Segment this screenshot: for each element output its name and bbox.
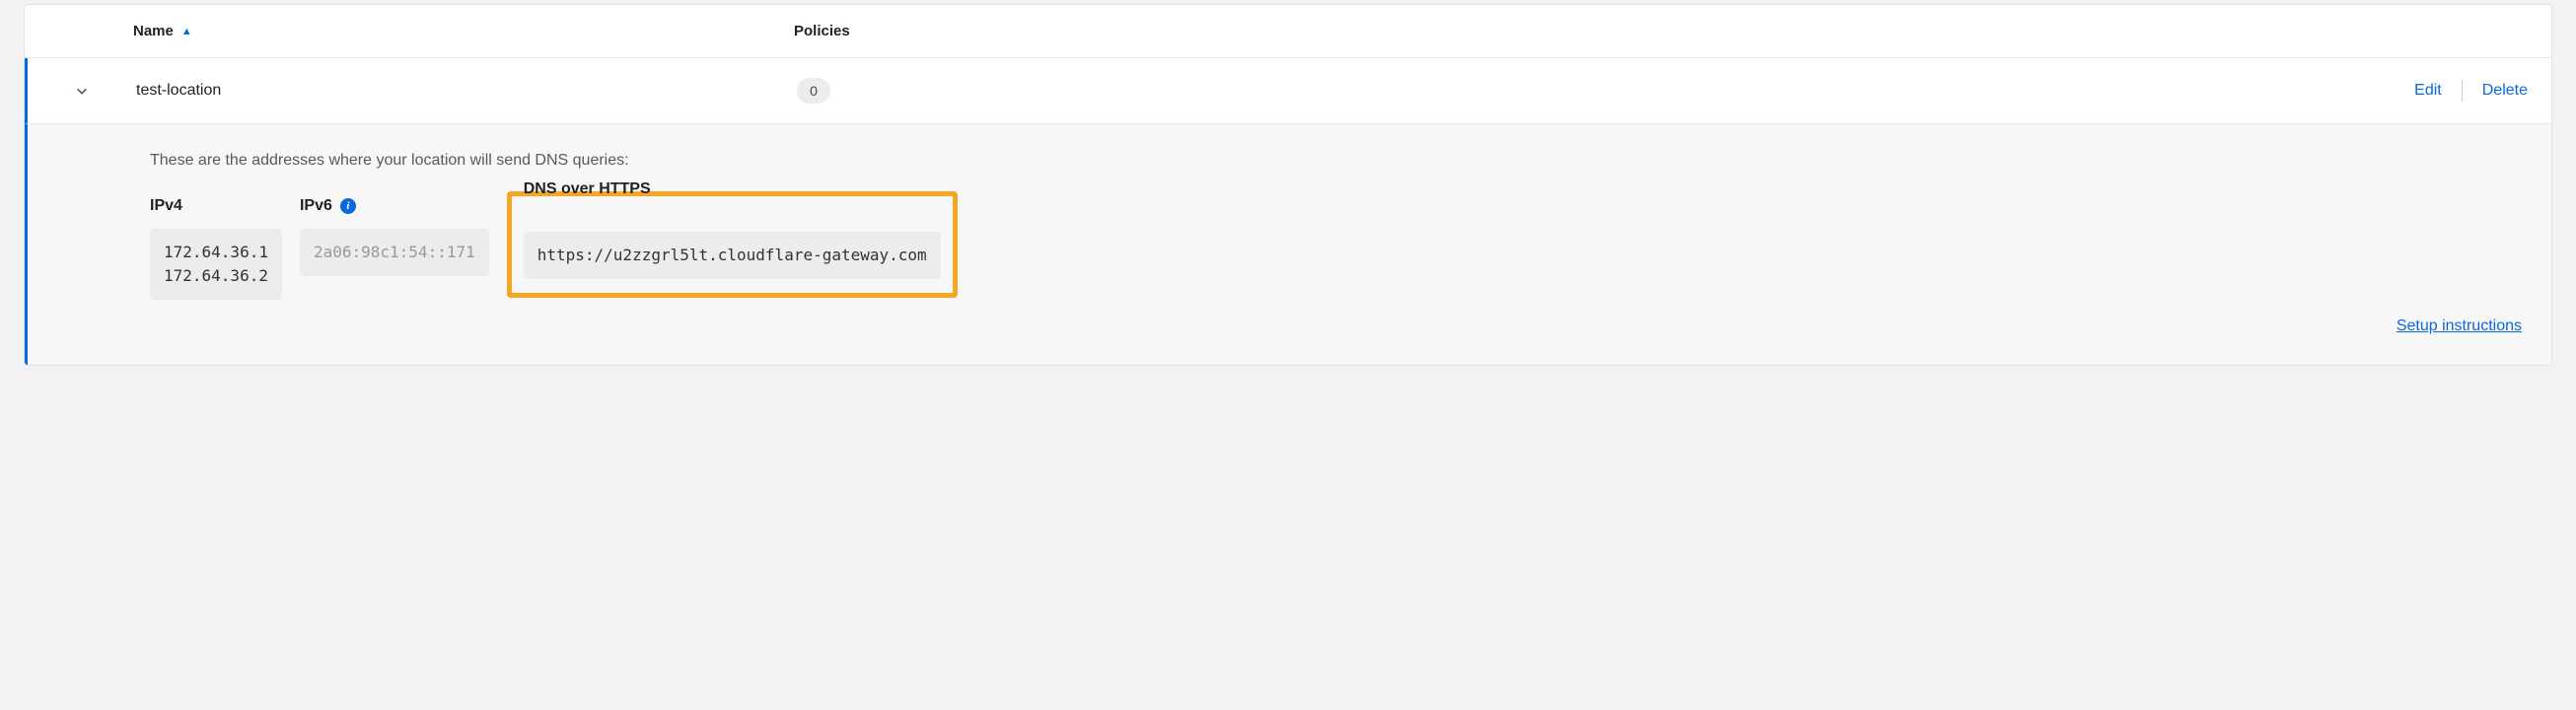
doh-block: DNS over HTTPS https://u2zzgrl5lt.cloudf…	[507, 191, 958, 298]
chevron-down-icon	[75, 84, 89, 98]
action-separator	[2462, 80, 2463, 102]
table-header: Name ▲ Policies	[25, 5, 2551, 58]
setup-instructions-link[interactable]: Setup instructions	[2397, 318, 2522, 334]
policies-count-badge: 0	[797, 78, 830, 104]
setup-instructions-container: Setup instructions	[150, 318, 2528, 335]
ipv4-value[interactable]: 172.64.36.1 172.64.36.2	[150, 229, 282, 300]
sort-asc-icon: ▲	[181, 26, 192, 37]
doh-value[interactable]: https://u2zzgrl5lt.cloudflare-gateway.co…	[524, 232, 941, 279]
edit-button[interactable]: Edit	[2414, 82, 2442, 100]
ipv6-value[interactable]: 2a06:98c1:54::171	[300, 229, 489, 276]
ipv4-label: IPv4	[150, 197, 282, 215]
location-actions: Edit Delete	[994, 80, 2528, 102]
column-header-policies[interactable]: Policies	[794, 23, 991, 39]
delete-button[interactable]: Delete	[2482, 82, 2528, 100]
location-name: test-location	[136, 82, 797, 100]
ipv4-block: IPv4 172.64.36.1 172.64.36.2	[150, 197, 282, 300]
ipv6-label-text: IPv6	[300, 197, 332, 215]
column-header-policies-label: Policies	[794, 23, 850, 39]
info-icon[interactable]: i	[340, 198, 356, 214]
details-intro-text: These are the addresses where your locat…	[150, 152, 2528, 170]
ipv6-label: IPv6 i	[300, 197, 489, 215]
address-row: IPv4 172.64.36.1 172.64.36.2 IPv6 i 2a06…	[150, 197, 2528, 300]
location-row: test-location 0 Edit Delete	[25, 58, 2551, 123]
doh-label: DNS over HTTPS	[524, 180, 941, 198]
expand-toggle[interactable]	[75, 84, 136, 98]
column-header-name[interactable]: Name ▲	[133, 23, 794, 39]
ipv6-block: IPv6 i 2a06:98c1:54::171	[300, 197, 489, 276]
location-details: These are the addresses where your locat…	[25, 123, 2551, 365]
location-policies: 0	[797, 78, 994, 104]
column-header-name-label: Name	[133, 23, 174, 39]
locations-card: Name ▲ Policies test-location 0 Edit Del…	[24, 4, 2552, 366]
